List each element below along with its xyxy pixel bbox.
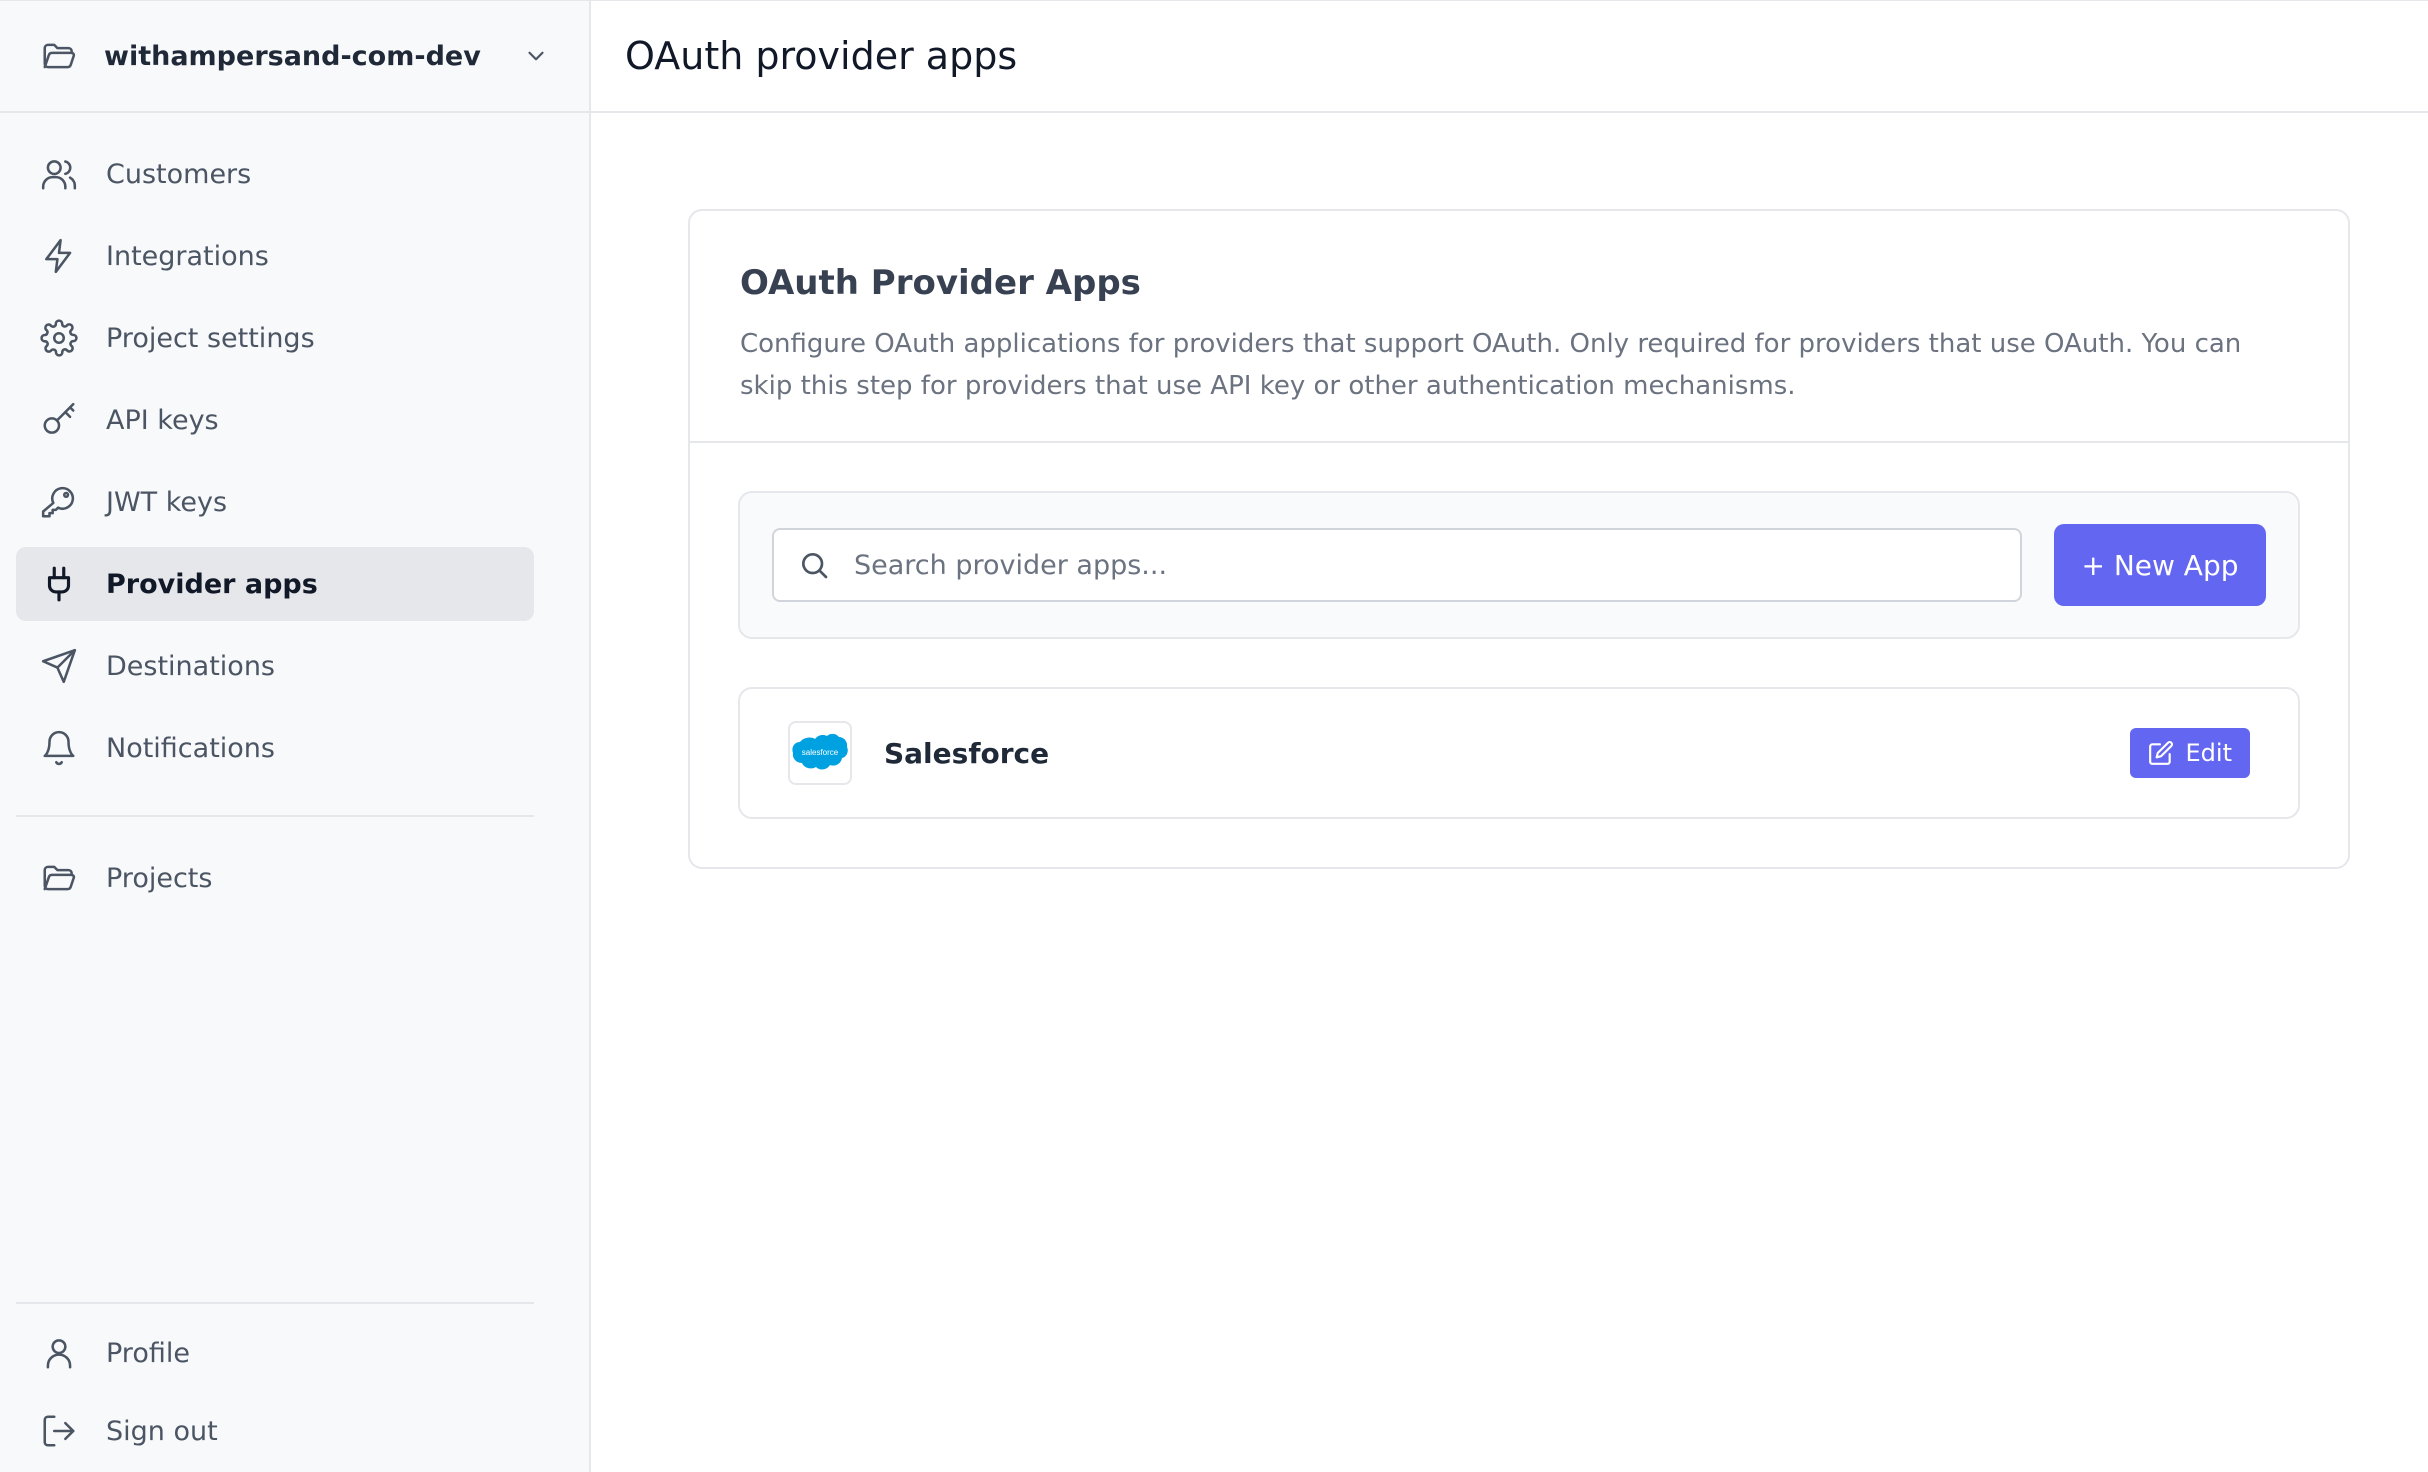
chevron-down-icon xyxy=(528,51,544,61)
project-switcher[interactable]: withampersand-com-dev xyxy=(0,1,589,113)
search-toolbar: + New App xyxy=(738,491,2300,639)
sidebar-divider xyxy=(16,815,534,817)
search-input[interactable] xyxy=(854,549,1996,581)
sidebar-item-label: Projects xyxy=(106,862,213,894)
salesforce-logo: salesforce xyxy=(788,721,852,785)
card-title: OAuth Provider Apps xyxy=(740,263,1141,303)
sidebar-item-api-keys[interactable]: API keys xyxy=(16,383,534,457)
sidebar-item-sign-out[interactable]: Sign out xyxy=(16,1394,534,1468)
sidebar-item-integrations[interactable]: Integrations xyxy=(16,219,534,293)
sidebar-nav: Customers Integrations Project settings xyxy=(0,113,589,923)
sidebar-item-label: Profile xyxy=(106,1337,190,1369)
gear-icon xyxy=(40,319,78,357)
key-icon xyxy=(43,402,75,434)
sidebar-item-label: API keys xyxy=(106,404,219,436)
key-round-icon xyxy=(41,486,75,518)
main-area: OAuth provider apps OAuth Provider Apps … xyxy=(591,1,2428,1472)
plug-icon xyxy=(47,566,71,602)
app-name: Salesforce xyxy=(884,736,1050,770)
folder-open-icon xyxy=(43,865,76,891)
sidebar-item-label: Customers xyxy=(106,158,252,190)
card-header: OAuth Provider Apps Configure OAuth appl… xyxy=(690,211,2348,443)
edit-icon xyxy=(2148,741,2173,765)
sidebar-item-label: JWT keys xyxy=(106,486,228,518)
sidebar-item-projects[interactable]: Projects xyxy=(16,841,534,915)
project-name: withampersand-com-dev xyxy=(104,40,481,72)
provider-app-row: salesforce Salesforce Edit xyxy=(738,687,2300,819)
sidebar-item-label: Sign out xyxy=(106,1415,218,1447)
card-description: Configure OAuth applications for provide… xyxy=(740,329,2242,401)
sidebar-item-destinations[interactable]: Destinations xyxy=(16,629,534,703)
sidebar-item-notifications[interactable]: Notifications xyxy=(16,711,534,785)
page-title: OAuth provider apps xyxy=(625,34,1018,78)
lightning-bolt-icon xyxy=(45,238,72,274)
sidebar-item-jwt-keys[interactable]: JWT keys xyxy=(16,465,534,539)
search-field[interactable] xyxy=(772,528,2022,602)
content: OAuth Provider Apps Configure OAuth appl… xyxy=(591,113,2428,869)
sidebar-item-label: Destinations xyxy=(106,650,276,682)
sidebar-item-label: Provider apps xyxy=(106,568,318,600)
sidebar-item-profile[interactable]: Profile xyxy=(16,1316,534,1390)
salesforce-logo-text: salesforce xyxy=(802,748,839,757)
topbar: OAuth provider apps xyxy=(591,1,2428,113)
user-icon xyxy=(46,1339,72,1369)
app-window: withampersand-com-dev Customers Integrat… xyxy=(0,0,2428,1472)
bell-icon xyxy=(43,730,75,766)
folder-open-icon xyxy=(43,43,76,69)
sidebar-divider xyxy=(16,1302,534,1304)
sidebar-bottom: Profile Sign out xyxy=(0,1302,589,1472)
sidebar-item-provider-apps[interactable]: Provider apps xyxy=(16,547,534,621)
sidebar-item-label: Project settings xyxy=(106,322,315,354)
search-icon xyxy=(802,553,828,579)
sidebar-item-project-settings[interactable]: Project settings xyxy=(16,301,534,375)
sidebar-item-customers[interactable]: Customers xyxy=(16,137,534,211)
users-icon xyxy=(41,160,77,190)
edit-button[interactable]: Edit xyxy=(2129,728,2250,778)
edit-label: Edit xyxy=(2185,739,2232,767)
sidebar: withampersand-com-dev Customers Integrat… xyxy=(0,1,591,1472)
send-icon xyxy=(41,648,77,684)
sidebar-item-label: Integrations xyxy=(106,240,269,272)
sign-out-icon xyxy=(43,1415,75,1447)
card-body: + New App salesforce Salesforce xyxy=(690,443,2348,867)
sidebar-item-label: Notifications xyxy=(106,732,275,764)
new-app-button[interactable]: + New App xyxy=(2054,524,2266,606)
provider-apps-card: OAuth Provider Apps Configure OAuth appl… xyxy=(688,209,2350,869)
